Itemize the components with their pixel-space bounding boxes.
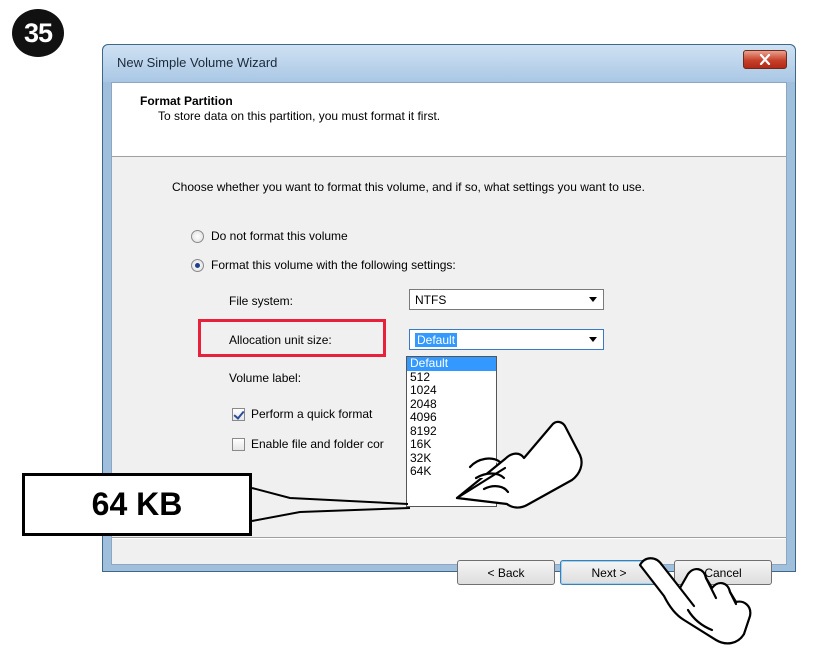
pointing-hand-icon — [455, 420, 583, 509]
annotation-overlay — [251, 420, 752, 645]
callout-leader-line — [251, 487, 409, 505]
pointing-hand-icon — [638, 557, 752, 645]
callout-leader-line — [251, 507, 411, 522]
